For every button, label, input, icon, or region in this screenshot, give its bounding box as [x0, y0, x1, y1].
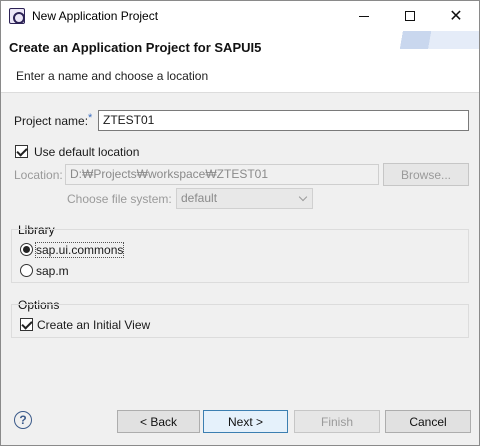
- initial-view-checkbox[interactable]: [20, 318, 33, 331]
- maximize-icon: [405, 11, 415, 21]
- radio-sap-m[interactable]: [20, 264, 33, 277]
- location-input[interactable]: D:₩Projects₩workspace₩ZTEST01: [65, 164, 379, 185]
- wizard-message: Enter a name and choose a location: [16, 69, 209, 83]
- radio-label-sap-ui-commons: sap.ui.commons: [34, 242, 125, 258]
- eclipse-icon: [9, 8, 25, 24]
- minimize-button[interactable]: [341, 1, 387, 31]
- dialog-window: New Application Project ✕ Create an Appl…: [0, 0, 480, 446]
- file-system-select[interactable]: default: [176, 188, 313, 209]
- title-bar: New Application Project ✕: [1, 1, 479, 31]
- initial-view-label: Create an Initial View: [37, 318, 151, 332]
- chevron-down-icon: [298, 192, 308, 202]
- project-name-input[interactable]: ZTEST01: [98, 110, 469, 131]
- back-button[interactable]: < Back: [117, 410, 200, 433]
- header-banner-image: [369, 31, 479, 49]
- wizard-header: Create an Application Project for SAPUI5…: [1, 31, 479, 93]
- cancel-button[interactable]: Cancel: [385, 410, 471, 433]
- use-default-location-checkbox[interactable]: [15, 145, 28, 158]
- location-label: Location:: [14, 168, 63, 182]
- close-icon: ✕: [449, 8, 463, 25]
- use-default-location-label: Use default location: [34, 145, 140, 159]
- file-system-label: Choose file system:: [67, 192, 172, 206]
- minimize-icon: [359, 15, 369, 17]
- help-icon[interactable]: ?: [14, 411, 32, 429]
- wizard-title: Create an Application Project for SAPUI5: [9, 40, 262, 55]
- required-marker: *: [88, 112, 93, 124]
- next-button[interactable]: Next >: [203, 410, 288, 433]
- project-name-label-text: Project name:: [14, 114, 89, 128]
- radio-sap-ui-commons[interactable]: [20, 243, 33, 256]
- file-system-value: default: [181, 191, 218, 205]
- project-name-label: Project name:*: [14, 112, 93, 128]
- close-button[interactable]: ✕: [433, 1, 479, 31]
- window-title: New Application Project: [32, 9, 159, 23]
- finish-button[interactable]: Finish: [294, 410, 380, 433]
- maximize-button[interactable]: [387, 1, 433, 31]
- browse-button[interactable]: Browse...: [383, 163, 469, 186]
- radio-label-sap-m: sap.m: [36, 264, 69, 278]
